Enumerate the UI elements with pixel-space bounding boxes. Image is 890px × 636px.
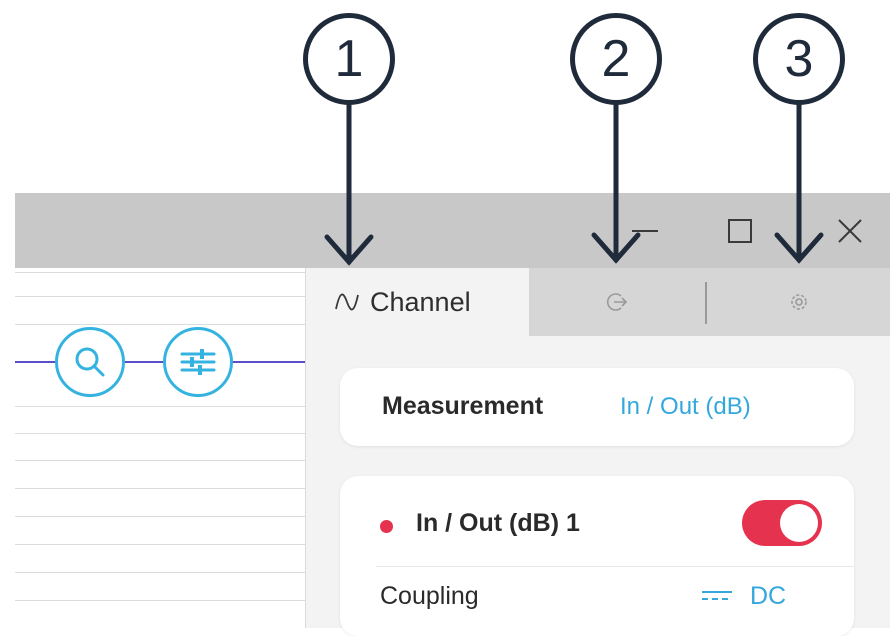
channel-enable-toggle[interactable] bbox=[742, 500, 822, 546]
output-icon bbox=[606, 293, 628, 311]
tab-settings[interactable] bbox=[707, 268, 890, 336]
minimize-button[interactable] bbox=[625, 193, 665, 268]
toggle-knob bbox=[780, 504, 818, 542]
measurement-card[interactable]: Measurement In / Out (dB) bbox=[340, 368, 854, 446]
gridline bbox=[15, 516, 305, 517]
gridline bbox=[15, 572, 305, 573]
maximize-icon bbox=[728, 218, 752, 243]
window-titlebar bbox=[15, 193, 890, 268]
gridline bbox=[15, 488, 305, 489]
gridline bbox=[15, 296, 305, 297]
plot-area[interactable] bbox=[15, 268, 305, 628]
channel-card: In / Out (dB) 1 Coupling DC bbox=[340, 476, 854, 636]
gridline bbox=[15, 406, 305, 407]
callout-2: 2 bbox=[570, 13, 662, 105]
divider bbox=[376, 566, 854, 567]
gridline bbox=[15, 433, 305, 434]
gridline bbox=[15, 544, 305, 545]
coupling-label: Coupling bbox=[380, 582, 479, 610]
gridline bbox=[15, 324, 305, 325]
gridline bbox=[15, 460, 305, 461]
measurement-value[interactable]: In / Out (dB) bbox=[620, 393, 751, 421]
dc-coupling-icon bbox=[702, 591, 732, 600]
panel-tabbar: Channel bbox=[306, 268, 890, 336]
close-icon bbox=[838, 218, 862, 243]
callout-3: 3 bbox=[753, 13, 845, 105]
callout-1: 1 bbox=[303, 13, 395, 105]
channel-panel: Channel Measurement In / Out (dB) In / O… bbox=[305, 268, 890, 636]
maximize-button[interactable] bbox=[720, 193, 760, 268]
search-icon bbox=[75, 347, 105, 377]
coupling-value[interactable]: DC bbox=[750, 582, 786, 611]
gear-icon bbox=[791, 294, 807, 310]
channel-color-dot bbox=[380, 520, 393, 533]
minimize-icon bbox=[632, 229, 658, 232]
zoom-button[interactable] bbox=[55, 327, 125, 397]
sliders-icon bbox=[180, 349, 216, 375]
gridline bbox=[15, 600, 305, 601]
tab-channel[interactable]: Channel bbox=[306, 268, 529, 336]
measurement-label: Measurement bbox=[382, 392, 544, 420]
adjust-button[interactable] bbox=[163, 327, 233, 397]
wave-icon bbox=[335, 293, 359, 311]
gridline bbox=[15, 272, 305, 273]
channel-name: In / Out (dB) 1 bbox=[416, 509, 580, 537]
close-button[interactable] bbox=[830, 193, 870, 268]
tab-output[interactable] bbox=[529, 268, 705, 336]
tab-channel-label: Channel bbox=[370, 286, 471, 317]
